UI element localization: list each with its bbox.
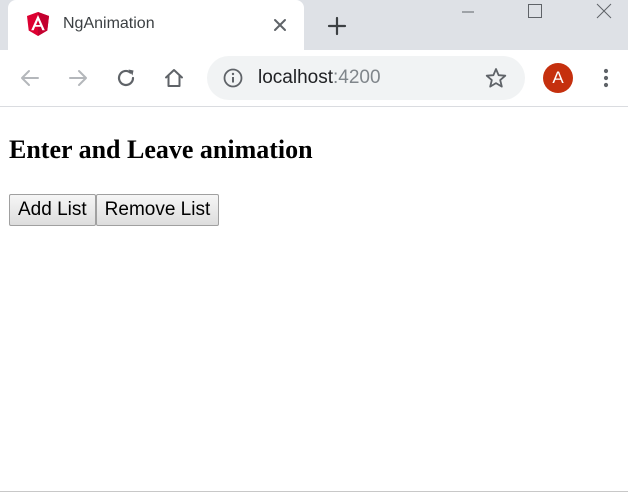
home-icon[interactable] [160,64,188,92]
page-viewport: Enter and Leave animation Add List Remov… [0,107,628,492]
forward-arrow-icon[interactable] [64,64,92,92]
tab-title: NgAnimation [63,15,155,32]
plus-icon[interactable] [324,13,350,39]
address-bar[interactable]: localhost:4200 [207,56,525,100]
close-icon[interactable] [270,15,290,35]
browser-window: NgAnimation localhost:4200 A Enter and L… [0,0,628,492]
back-arrow-icon[interactable] [16,64,44,92]
url-port: :4200 [333,67,381,88]
remove-list-button[interactable]: Remove List [95,194,220,226]
button-row: Add List Remove List [9,194,220,226]
kebab-menu-icon[interactable] [594,64,618,92]
browser-toolbar: localhost:4200 A [0,50,628,107]
reload-icon[interactable] [112,64,140,92]
tab-strip: NgAnimation [0,0,628,50]
url-host: localhost [258,67,333,88]
info-icon[interactable] [223,68,243,88]
star-icon[interactable] [485,67,507,89]
page-heading: Enter and Leave animation [9,135,313,164]
window-close-icon[interactable] [586,0,622,22]
add-list-button[interactable]: Add List [9,194,96,226]
minimize-icon[interactable] [450,0,486,22]
angular-logo-icon [27,12,49,36]
profile-avatar[interactable]: A [543,63,573,93]
url-text[interactable]: localhost:4200 [258,67,381,89]
maximize-icon[interactable] [517,0,553,22]
tab-active[interactable]: NgAnimation [8,0,304,50]
